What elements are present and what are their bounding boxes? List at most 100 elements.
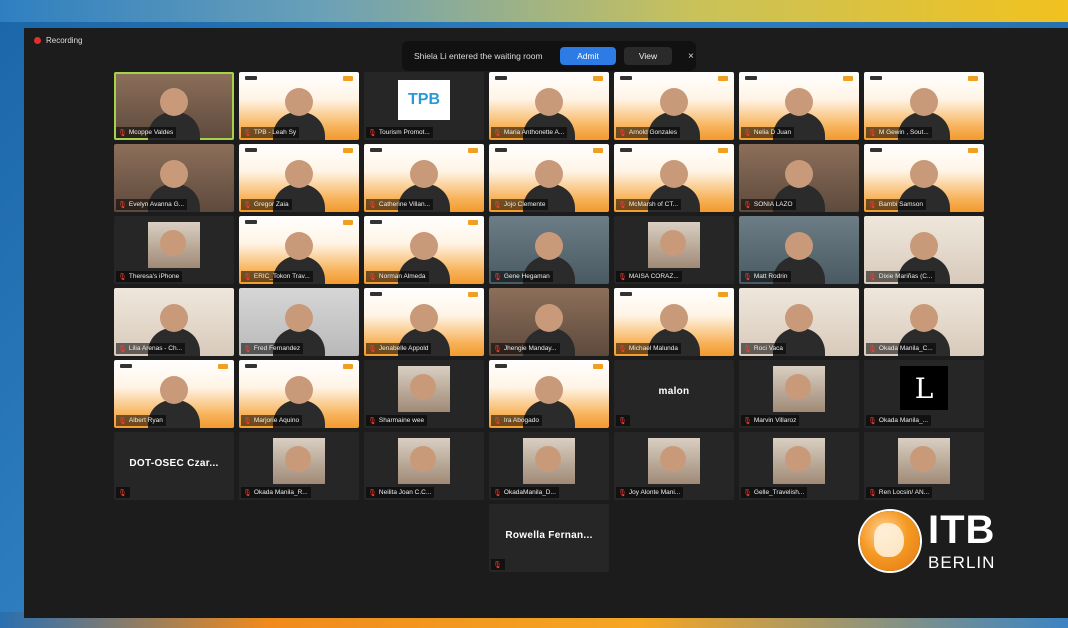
- mic-muted-icon: 🎙: [868, 273, 877, 281]
- participant-namebar: 🎙 Neilita Joan C.C...: [366, 487, 435, 498]
- participant-tile[interactable]: 🎙 Albert Ryan: [114, 360, 234, 428]
- tpb-mini-logo: [870, 148, 882, 152]
- mic-muted-icon: 🎙: [618, 417, 627, 425]
- view-button[interactable]: View: [624, 47, 672, 65]
- participant-tile[interactable]: DOT-OSEC Czar... 🎙: [114, 432, 234, 500]
- participant-tile[interactable]: 🎙 Theresa's iPhone: [114, 216, 234, 284]
- participant-tile[interactable]: 🎙 MAISA CORAZ...: [614, 216, 734, 284]
- person-head: [160, 230, 186, 256]
- participant-tile[interactable]: TPB 🎙 Tourism Promot...: [364, 72, 484, 140]
- participant-name: Mcoppe Valdes: [128, 129, 174, 136]
- itb-mini-logo: [343, 220, 353, 225]
- participant-tile[interactable]: 🎙 Marjorie Aquino: [239, 360, 359, 428]
- person-head: [535, 160, 563, 188]
- itb-mini-logo: [593, 76, 603, 81]
- participant-tile[interactable]: 🎙 Nelia D Juan: [739, 72, 859, 140]
- mic-muted-icon: 🎙: [868, 129, 877, 137]
- mic-muted-icon: 🎙: [618, 489, 627, 497]
- participant-name: Okada Manila_R...: [253, 489, 308, 496]
- participant-tile[interactable]: 🎙 Neilita Joan C.C...: [364, 432, 484, 500]
- participant-tile[interactable]: 🎙 Okada Manila_C...: [864, 288, 984, 356]
- person-head: [285, 304, 313, 332]
- itb-berlin-logo: ITB BERLIN: [860, 510, 995, 571]
- participant-tile[interactable]: 🎙 Bambi Samson: [864, 144, 984, 212]
- participant-tile[interactable]: 🎙 Mcoppe Valdes: [114, 72, 234, 140]
- participant-tile[interactable]: 🎙 Dixie Mariñas (C...: [864, 216, 984, 284]
- mic-muted-icon: 🎙: [493, 561, 502, 569]
- tpb-mini-logo: [370, 148, 382, 152]
- participant-namebar: 🎙 Gregor Zaia: [241, 199, 292, 210]
- tpb-mini-logo: [620, 148, 632, 152]
- mic-muted-icon: 🎙: [493, 129, 502, 137]
- participant-tile[interactable]: 🎙 Jhengie Manday...: [489, 288, 609, 356]
- participant-tile[interactable]: 🎙 Okada Manila_R...: [239, 432, 359, 500]
- tpb-mini-logo: [495, 76, 507, 80]
- tpb-mini-logo: [745, 76, 757, 80]
- itb-mini-logo: [468, 220, 478, 225]
- mic-muted-icon: 🎙: [493, 273, 502, 281]
- participant-tile[interactable]: 🎙 Catherine Villan...: [364, 144, 484, 212]
- recording-indicator[interactable]: Recording: [34, 36, 82, 45]
- close-icon[interactable]: ×: [688, 51, 694, 62]
- participant-tile[interactable]: 🎙 OkadaManila_D...: [489, 432, 609, 500]
- participant-tile[interactable]: 🎙 TPB - Leah Sy: [239, 72, 359, 140]
- person-head: [785, 232, 813, 260]
- mic-muted-icon: 🎙: [743, 129, 752, 137]
- person-head: [410, 374, 436, 400]
- participant-tile[interactable]: 🎙 M Gewin , Sout...: [864, 72, 984, 140]
- participant-tile[interactable]: 🎙 Jenabelle Appold: [364, 288, 484, 356]
- tpb-mini-logo: [245, 76, 257, 80]
- mic-muted-icon: 🎙: [493, 345, 502, 353]
- participant-name: Arnold Gonzales: [628, 129, 677, 136]
- participant-tile[interactable]: 🎙 Roci Vaca: [739, 288, 859, 356]
- participant-tile[interactable]: 🎙 Matt Rodrin: [739, 216, 859, 284]
- participant-tile[interactable]: malon 🎙: [614, 360, 734, 428]
- participant-tile[interactable]: 🎙 Ira Abogado: [489, 360, 609, 428]
- participant-namebar: 🎙 McMarsh of CT...: [616, 199, 682, 210]
- participant-namebar: 🎙 Gelle_Travelish...: [741, 487, 808, 498]
- participant-namebar: 🎙 Tourism Promot...: [366, 127, 433, 138]
- tpb-mini-logo: [495, 364, 507, 368]
- participant-namebar: 🎙 Gene Hegaman: [491, 271, 553, 282]
- participant-tile[interactable]: 🎙 Maria Anthonette A...: [489, 72, 609, 140]
- participant-tile[interactable]: 🎙 Fred Fernandez: [239, 288, 359, 356]
- participant-tile[interactable]: 🎙 Marvin Villaroz: [739, 360, 859, 428]
- participant-tile[interactable]: 🎙 Joy Alonte Mani...: [614, 432, 734, 500]
- person-head: [160, 88, 188, 116]
- participant-tile[interactable]: 🎙 Sharmaine wee: [364, 360, 484, 428]
- mic-muted-icon: 🎙: [368, 417, 377, 425]
- mic-muted-icon: 🎙: [368, 345, 377, 353]
- participant-namebar: 🎙 TPB - Leah Sy: [241, 127, 300, 138]
- admit-button[interactable]: Admit: [560, 47, 616, 65]
- participant-tile[interactable]: L 🎙 Okada Manila_...: [864, 360, 984, 428]
- participant-tile[interactable]: 🎙 Evelyn Avanna G...: [114, 144, 234, 212]
- mic-muted-icon: 🎙: [493, 417, 502, 425]
- participant-tile[interactable]: 🎙 SONIA LAZO: [739, 144, 859, 212]
- participant-name: MAISA CORAZ...: [628, 273, 679, 280]
- participant-tile[interactable]: 🎙 Lilia Arenas - Ch...: [114, 288, 234, 356]
- tpb-mini-logo: [620, 292, 632, 296]
- participant-name: Ira Abogado: [503, 417, 539, 424]
- participant-tile[interactable]: 🎙 ERIC_Tokon Trav...: [239, 216, 359, 284]
- participant-tile[interactable]: 🎙 Gregor Zaia: [239, 144, 359, 212]
- person-head: [785, 160, 813, 188]
- notification-message: Shiela Li entered the waiting room: [414, 51, 543, 61]
- participant-tile[interactable]: 🎙 McMarsh of CT...: [614, 144, 734, 212]
- participant-namebar: 🎙 Ren Locsin/ AN...: [866, 487, 933, 498]
- participant-name: Marjorie Aquino: [253, 417, 300, 424]
- participant-tile[interactable]: Rowella Fernan... 🎙: [489, 504, 609, 572]
- participant-namebar: 🎙 Norman Almeda: [366, 271, 429, 282]
- globe-icon: [860, 510, 920, 571]
- mic-muted-icon: 🎙: [368, 201, 377, 209]
- participant-tile[interactable]: 🎙 Gene Hegaman: [489, 216, 609, 284]
- participant-tile[interactable]: 🎙 Arnold Gonzales: [614, 72, 734, 140]
- person-head: [660, 304, 688, 332]
- participant-tile[interactable]: 🎙 Norman Almeda: [364, 216, 484, 284]
- itb-mini-logo: [218, 364, 228, 369]
- participant-tile[interactable]: 🎙 Ren Locsin/ AN...: [864, 432, 984, 500]
- participant-name: Theresa's iPhone: [128, 273, 180, 280]
- participant-tile[interactable]: 🎙 Michael Malunda: [614, 288, 734, 356]
- participant-tile[interactable]: 🎙 Jojo Clemente: [489, 144, 609, 212]
- participant-video: [648, 222, 700, 268]
- participant-tile[interactable]: 🎙 Gelle_Travelish...: [739, 432, 859, 500]
